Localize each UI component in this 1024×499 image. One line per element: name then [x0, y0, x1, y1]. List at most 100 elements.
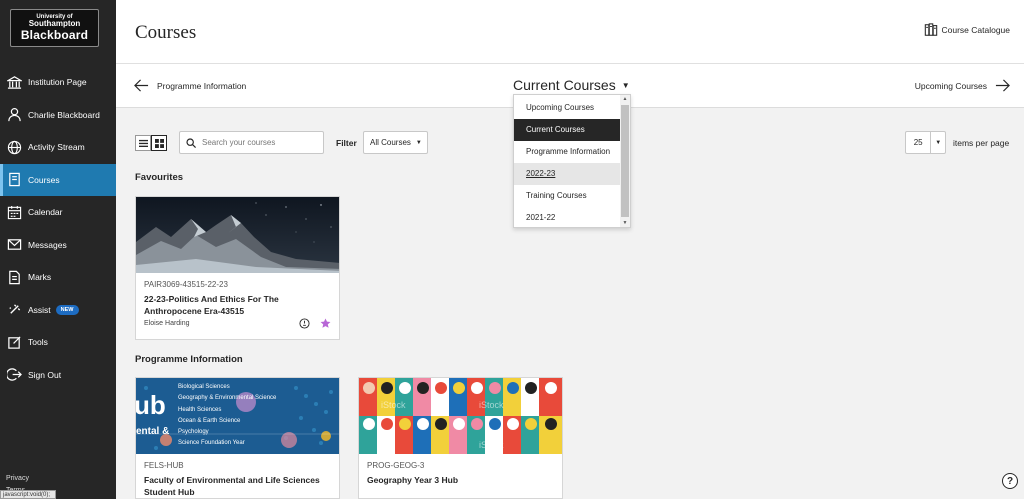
banner-line: Ocean & Earth Science: [178, 417, 241, 424]
course-thumbnail: [136, 197, 339, 273]
scroll-up-icon[interactable]: ▲: [621, 96, 629, 102]
current-term-label: Current Courses: [513, 77, 616, 93]
search-icon: [186, 137, 196, 148]
banner-line: Health Sciences: [178, 406, 222, 413]
term-option-upcoming[interactable]: Upcoming Courses: [514, 97, 622, 119]
marks-icon: [6, 269, 22, 285]
course-card[interactable]: PAIR3069-43515-22-23 22-23-Politics And …: [135, 196, 340, 340]
banner-big-text: ub: [136, 390, 166, 420]
courses-icon: [6, 172, 22, 188]
sidebar-item-marks[interactable]: Marks: [0, 261, 116, 294]
page-header: Courses Course Catalogue: [116, 0, 1024, 64]
university-logo[interactable]: University of Southampton Blackboard: [10, 9, 99, 47]
sidebar-item-calendar[interactable]: Calendar: [0, 196, 116, 229]
filter-select[interactable]: All Courses ▼: [363, 131, 428, 154]
sidebar-item-sign-out[interactable]: Sign Out: [0, 359, 116, 392]
search-courses-field[interactable]: [179, 131, 324, 154]
items-per-page-select[interactable]: 25 ▼: [905, 131, 946, 154]
question-mark-icon: ?: [1006, 475, 1014, 487]
banner-line: Geography & Environmental Science: [178, 395, 277, 402]
course-catalogue-button[interactable]: Course Catalogue: [924, 23, 1010, 37]
calendar-icon: [6, 204, 22, 220]
items-per-page-value: 25: [906, 132, 932, 153]
next-term-label: Upcoming Courses: [914, 80, 987, 91]
list-view-button[interactable]: [135, 135, 151, 151]
banner-line: Psychology: [178, 429, 209, 436]
banner-sub-text: ental &: [136, 426, 170, 437]
card-actions: [289, 318, 331, 329]
sidebar-item-label: Assist: [28, 304, 51, 315]
new-badge: NEW: [55, 304, 79, 315]
envelope-icon: [6, 237, 22, 253]
grid-icon: [154, 138, 164, 148]
catalogue-icon: [925, 23, 938, 36]
view-toggle: [135, 135, 167, 151]
sidebar-item-label: Activity Stream: [28, 142, 85, 153]
next-term-link[interactable]: Upcoming Courses: [915, 78, 1010, 93]
course-card[interactable]: iStock iStock iStock PROG-GEOG-3 Geograp…: [358, 377, 563, 499]
sidebar-item-label: Messages: [28, 239, 67, 250]
scrollbar-thumb[interactable]: [621, 105, 629, 217]
status-bar-tooltip: javascript:void(0);: [0, 490, 56, 499]
privacy-link[interactable]: Privacy: [6, 473, 29, 485]
info-icon[interactable]: [299, 318, 310, 329]
filter-label: Filter: [336, 138, 357, 148]
sidebar-item-tools[interactable]: Tools: [0, 326, 116, 359]
term-option-programme[interactable]: Programme Information: [514, 141, 622, 163]
globe-icon: [6, 139, 22, 155]
filter-value: All Courses: [370, 138, 411, 147]
sidebar-item-label: Marks: [28, 272, 52, 283]
caret-down-icon: ▼: [621, 80, 630, 90]
sidebar-item-courses[interactable]: Courses: [0, 163, 116, 196]
grid-view-button[interactable]: [151, 135, 167, 151]
scroll-down-icon[interactable]: ▼: [621, 220, 629, 226]
sign-out-icon: [6, 367, 22, 383]
tools-icon: [6, 334, 22, 350]
sidebar-item-institution-page[interactable]: Institution Page: [0, 66, 116, 99]
course-code: FELS-HUB: [144, 461, 184, 470]
favourites-heading: Favourites: [135, 172, 184, 183]
banner-school-list: Biological Sciences Geography & Environm…: [178, 382, 276, 450]
watermark-text: iStock: [479, 440, 504, 450]
course-title: Geography Year 3 Hub: [367, 475, 459, 485]
term-option-2022-23[interactable]: 2022-23: [514, 163, 622, 185]
arrow-left-icon: [134, 79, 149, 92]
sidebar-item-label: Sign Out: [28, 369, 62, 380]
sidebar-nav: Institution Page Charlie Blackboard Acti…: [0, 66, 116, 391]
course-thumbnail: ub ental & Biological Sciences Geography…: [136, 378, 339, 454]
sidebar-item-assist[interactable]: Assist NEW: [0, 294, 116, 327]
user-icon: [6, 107, 22, 123]
items-per-page-label: items per page: [953, 138, 1010, 148]
term-option-current[interactable]: Current Courses: [514, 119, 622, 141]
watermark-text: iStock: [479, 400, 504, 410]
list-icon: [138, 139, 148, 147]
catalogue-label: Course Catalogue: [941, 25, 1010, 35]
help-button[interactable]: ?: [1002, 473, 1018, 489]
previous-term-link[interactable]: Programme Information: [134, 78, 246, 93]
search-input[interactable]: [202, 138, 312, 147]
arrow-right-icon: [995, 79, 1010, 92]
sidebar: University of Southampton Blackboard Ins…: [0, 0, 116, 499]
sidebar-item-label: Institution Page: [28, 77, 87, 88]
sidebar-item-label: Tools: [28, 337, 48, 348]
sidebar-item-label: Charlie Blackboard: [28, 109, 100, 120]
course-card[interactable]: ub ental & Biological Sciences Geography…: [135, 377, 340, 499]
term-option-2021-22[interactable]: 2021-22: [514, 207, 622, 229]
logo-product-text: Blackboard: [20, 28, 89, 42]
favourite-star-icon[interactable]: [320, 318, 331, 329]
term-option-training[interactable]: Training Courses: [514, 185, 622, 207]
sidebar-item-label: Courses: [28, 174, 60, 185]
sidebar-item-profile[interactable]: Charlie Blackboard: [0, 99, 116, 132]
term-dropdown: Upcoming Courses Current Courses Program…: [513, 94, 631, 228]
sidebar-item-messages[interactable]: Messages: [0, 229, 116, 262]
course-thumbnail: iStock iStock iStock: [359, 378, 562, 454]
caret-down-icon: ▼: [935, 139, 942, 146]
course-title: 22-23-Politics And Ethics For The Anthro…: [144, 294, 279, 316]
course-title: Faculty of Environmental and Life Scienc…: [144, 475, 320, 497]
sidebar-item-activity-stream[interactable]: Activity Stream: [0, 131, 116, 164]
banner-line: Science Foundation Year: [178, 440, 245, 447]
term-selector[interactable]: Current Courses ▼: [513, 77, 630, 93]
dropdown-scrollbar[interactable]: ▲ ▼: [620, 95, 630, 227]
institution-icon: [6, 74, 22, 90]
logo-name-text: Southampton: [28, 19, 81, 28]
